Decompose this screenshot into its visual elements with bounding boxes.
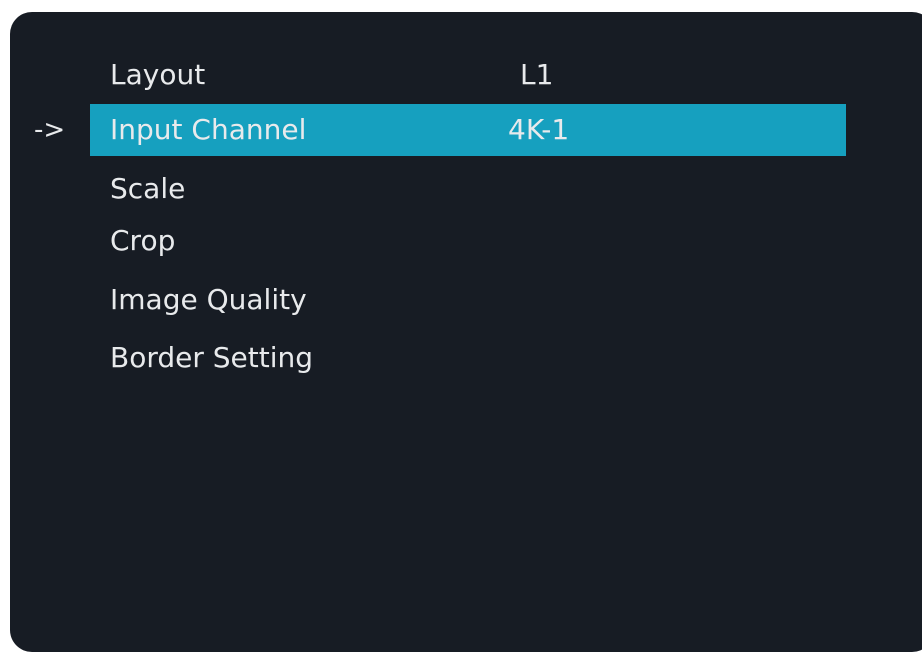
menu-item-label: Input Channel <box>110 113 307 146</box>
menu-item-border-setting[interactable]: Border Setting <box>90 332 846 384</box>
menu-item-label: Layout <box>110 58 206 91</box>
menu-item-label: Crop <box>110 224 176 257</box>
menu-item-crop[interactable]: Crop <box>90 215 846 267</box>
osd-menu-panel: -> Layout L1 Input Channel 4K-1 Scale Cr… <box>10 12 922 652</box>
selection-cursor-arrow: -> <box>34 115 66 145</box>
menu-item-scale[interactable]: Scale <box>90 163 846 215</box>
menu-item-image-quality[interactable]: Image Quality <box>90 274 846 326</box>
menu-item-value: L1 <box>520 58 554 91</box>
menu-item-label: Border Setting <box>110 341 314 374</box>
menu-item-label: Scale <box>110 172 186 205</box>
menu-item-layout[interactable]: Layout L1 <box>90 49 846 101</box>
menu-item-input-channel[interactable]: Input Channel 4K-1 <box>90 104 846 156</box>
menu-item-label: Image Quality <box>110 283 307 316</box>
menu-item-value: 4K-1 <box>508 113 570 146</box>
